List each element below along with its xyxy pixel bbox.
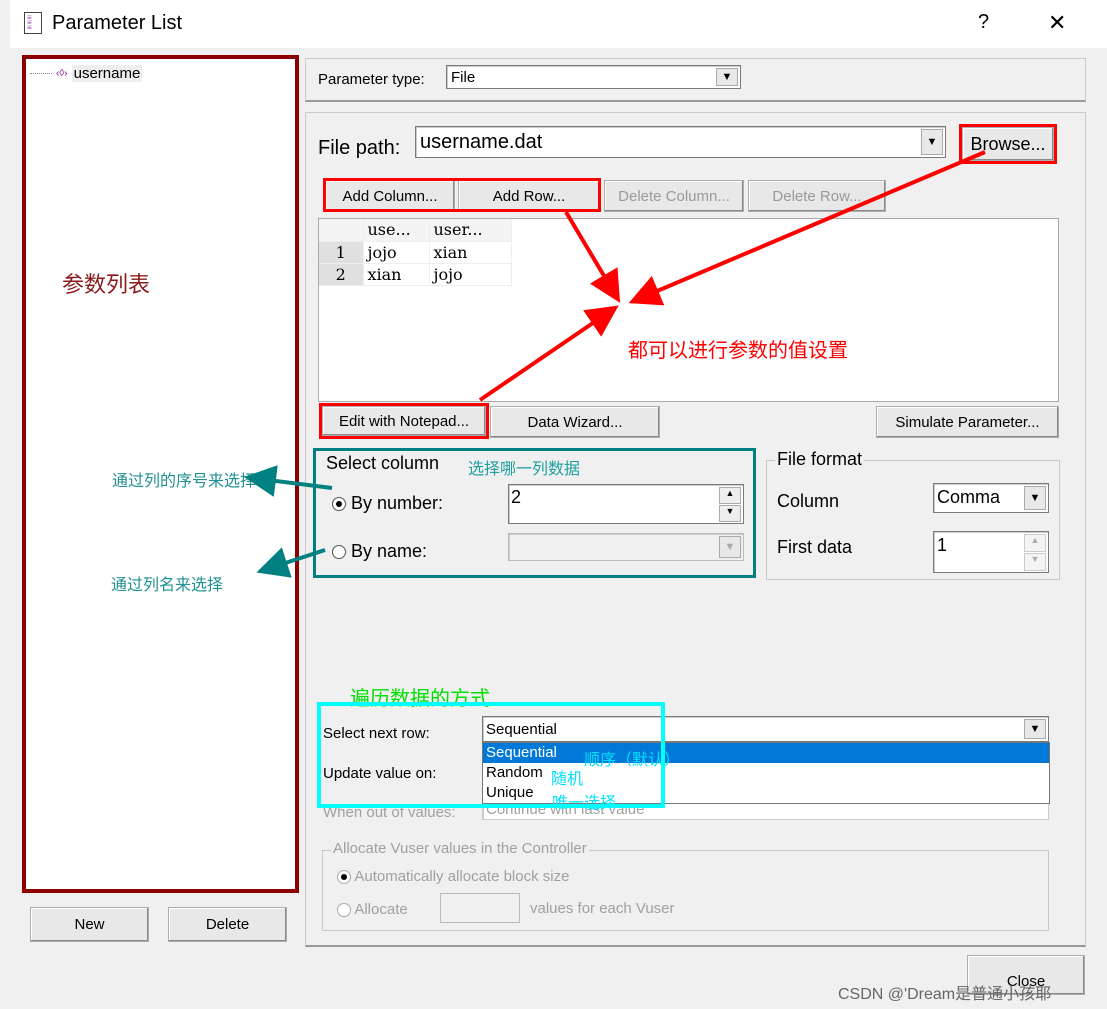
arrow-browse <box>628 150 986 306</box>
arrow-add-row <box>564 210 621 303</box>
arrow-by-name <box>256 547 326 578</box>
arrow-by-number <box>244 465 333 497</box>
arrow-notepad <box>478 305 619 402</box>
annotation-arrows <box>244 150 986 578</box>
